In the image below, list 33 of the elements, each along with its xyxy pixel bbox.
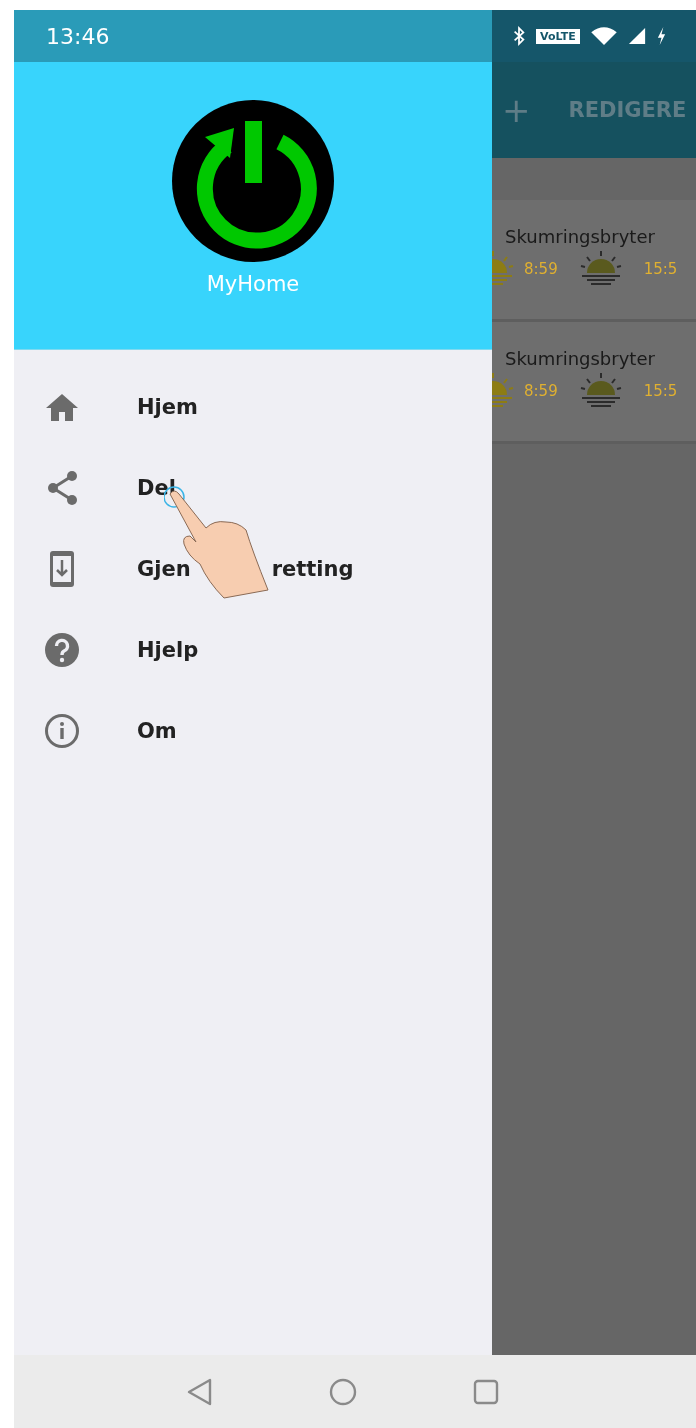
app-name: MyHome <box>206 272 300 296</box>
menu-label: retting <box>271 556 354 581</box>
home-button-icon[interactable] <box>329 1377 357 1406</box>
menu-item[interactable]: Hjem <box>14 366 492 447</box>
menu-label: Om <box>137 718 177 743</box>
power-logo-icon <box>172 100 334 262</box>
bluetooth-icon <box>512 26 526 46</box>
menu-label: Hjelp <box>137 637 199 662</box>
wifi-icon <box>589 26 618 46</box>
menu-item[interactable]: Hjelp <box>14 609 492 690</box>
charging-icon <box>655 26 667 46</box>
sunrise-time: 8:59 <box>524 260 558 278</box>
menu-item[interactable]: Del <box>14 447 492 528</box>
sunset-time: 15:5 <box>643 382 678 400</box>
menu-item[interactable]: Om <box>14 690 492 771</box>
volte-badge: VoLTE <box>536 28 580 44</box>
card-title: Skumringsbryter <box>505 348 656 369</box>
recents-icon[interactable] <box>473 1378 499 1405</box>
menu-label: Hjem <box>137 394 198 419</box>
back-icon[interactable] <box>187 1377 213 1406</box>
card-title: Skumringsbryter <box>505 226 656 247</box>
sunset-time: 15:5 <box>643 260 678 278</box>
signal-icon <box>627 27 646 45</box>
status-time: 13:46 <box>46 23 110 49</box>
info-icon <box>45 713 79 748</box>
share-icon <box>46 469 78 506</box>
menu-item[interactable]: Gjen retting <box>14 528 492 609</box>
menu-label: Gjen <box>137 556 191 581</box>
menu-label: Del <box>137 475 176 500</box>
help-icon <box>45 632 79 667</box>
phone-download-icon <box>49 549 75 588</box>
home-icon <box>45 391 79 422</box>
sunrise-time: 8:59 <box>524 382 558 400</box>
